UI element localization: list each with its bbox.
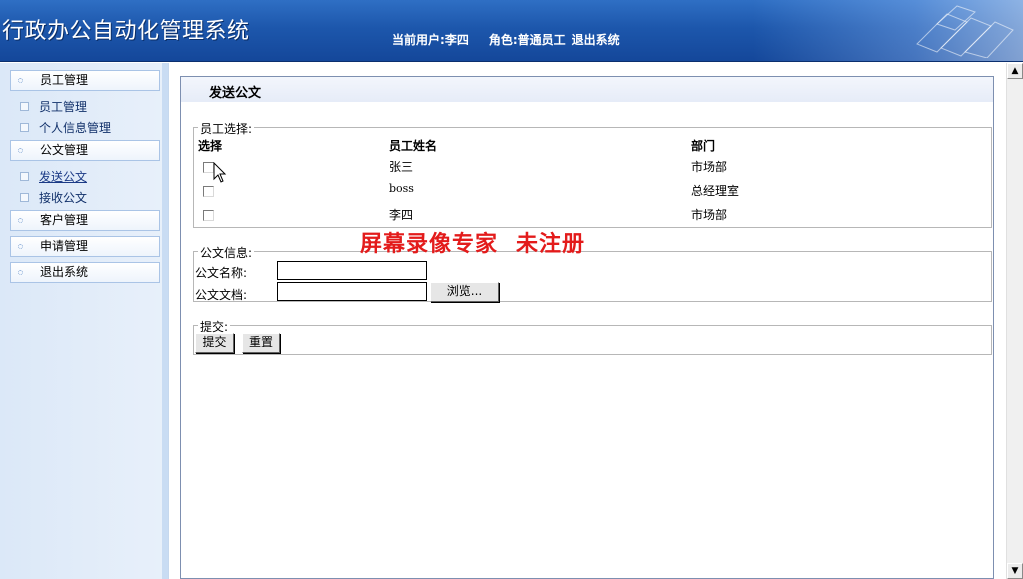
current-user-name: 李四 (444, 33, 469, 47)
scroll-down-arrow-icon[interactable]: ▼ (1007, 563, 1023, 579)
menu-group-applications[interactable]: 申请管理 (10, 236, 160, 257)
menu-group-documents[interactable]: 公文管理 (10, 140, 160, 161)
tree-node-icon (20, 172, 29, 181)
page-title: 发送公文 (209, 86, 262, 101)
sidebar-item-label: 发送公文 (39, 170, 88, 184)
sidebar-item-label: 员工管理 (39, 100, 88, 114)
menu-group-label: 员工管理 (40, 73, 89, 87)
document-file-input[interactable] (277, 282, 427, 301)
header-logout-link[interactable]: 退出系统 (572, 33, 620, 47)
document-file-label: 公文文档: (195, 288, 248, 302)
sidebar-item-send-document[interactable]: 发送公文 (20, 168, 87, 185)
role-label: 角色: (488, 33, 518, 47)
employee-dept: 市场部 (691, 160, 728, 174)
tree-node-icon (20, 102, 29, 111)
sidebar-item-receive-document[interactable]: 接收公文 (20, 189, 87, 206)
menu-group-label: 客户管理 (40, 213, 89, 227)
sidebar-item-label: 个人信息管理 (39, 121, 112, 135)
main-panel: 发送公文 员工选择: 选择 员工姓名 部门 张三 市场部 boss 总经理室 李… (180, 76, 994, 579)
sidebar-nav: 员工管理 员工管理 个人信息管理 公文管理 发送公文 接收公文 客户管理 申请管… (0, 63, 169, 579)
role-value: 普通员工 (517, 33, 566, 47)
submit-button[interactable]: 提交 (195, 333, 234, 353)
watermark-text-2: 未注册 (516, 231, 586, 257)
employee-checkbox[interactable] (203, 210, 214, 221)
tree-node-icon (20, 193, 29, 202)
menu-group-label: 退出系统 (40, 265, 89, 279)
employee-dept: 总经理室 (691, 184, 740, 198)
menu-group-customers[interactable]: 客户管理 (10, 210, 160, 231)
employee-select-fieldset: 员工选择: 选择 员工姓名 部门 张三 市场部 boss 总经理室 李四 市场部 (193, 120, 992, 228)
sidebar-item-personal-info[interactable]: 个人信息管理 (20, 119, 111, 136)
tree-node-icon (20, 123, 29, 132)
menu-bullet-icon (18, 244, 23, 249)
menu-bullet-icon (18, 148, 23, 153)
reset-button[interactable]: 重置 (242, 333, 280, 353)
document-name-label: 公文名称: (195, 266, 248, 280)
employee-name: 李四 (389, 208, 414, 222)
mouse-pointer-icon (213, 162, 227, 183)
menu-bullet-icon (18, 78, 23, 83)
employee-name: boss (389, 182, 414, 195)
menu-bullet-icon (18, 218, 23, 223)
submit-fieldset: 提交: 提交 重置 (193, 318, 992, 355)
column-header-select: 选择 (198, 139, 223, 153)
watermark-text-1: 屏幕录像专家 (360, 231, 499, 257)
employee-name: 张三 (389, 160, 414, 174)
menu-group-logout[interactable]: 退出系统 (10, 262, 160, 283)
scroll-up-arrow-icon[interactable]: ▲ (1007, 63, 1023, 79)
browse-button[interactable]: 浏览... (430, 282, 499, 302)
current-user-label: 当前用户: (392, 33, 445, 47)
column-header-name: 员工姓名 (389, 139, 438, 153)
employee-checkbox[interactable] (203, 186, 214, 197)
app-title: 行政办公自动化管理系统 (2, 19, 250, 44)
sidebar-item-label: 接收公文 (39, 191, 88, 205)
document-name-input[interactable] (277, 261, 427, 280)
panel-header: 发送公文 (181, 77, 993, 102)
top-banner: 行政办公自动化管理系统 当前用户:李四 角色:普通员工 退出系统 (0, 0, 1023, 62)
employee-select-legend: 员工选择: (198, 120, 255, 137)
sidebar-item-employee-manage[interactable]: 员工管理 (20, 98, 87, 115)
keyboard-graphic-icon (916, 5, 1014, 58)
user-info-bar: 当前用户:李四 角色:普通员工 退出系统 (392, 31, 620, 48)
column-header-dept: 部门 (691, 139, 716, 153)
recorder-watermark: 屏幕录像专家 未注册 (360, 226, 585, 258)
menu-group-label: 公文管理 (40, 143, 89, 157)
document-info-legend: 公文信息: (198, 244, 255, 261)
menu-bullet-icon (18, 270, 23, 275)
document-info-fieldset: 公文信息: 公文名称: 公文文档: 浏览... (193, 244, 992, 302)
menu-group-label: 申请管理 (40, 239, 89, 253)
employee-dept: 市场部 (691, 208, 728, 222)
vertical-scrollbar[interactable]: ▲ ▼ (1006, 63, 1023, 579)
menu-group-employee[interactable]: 员工管理 (10, 70, 160, 91)
